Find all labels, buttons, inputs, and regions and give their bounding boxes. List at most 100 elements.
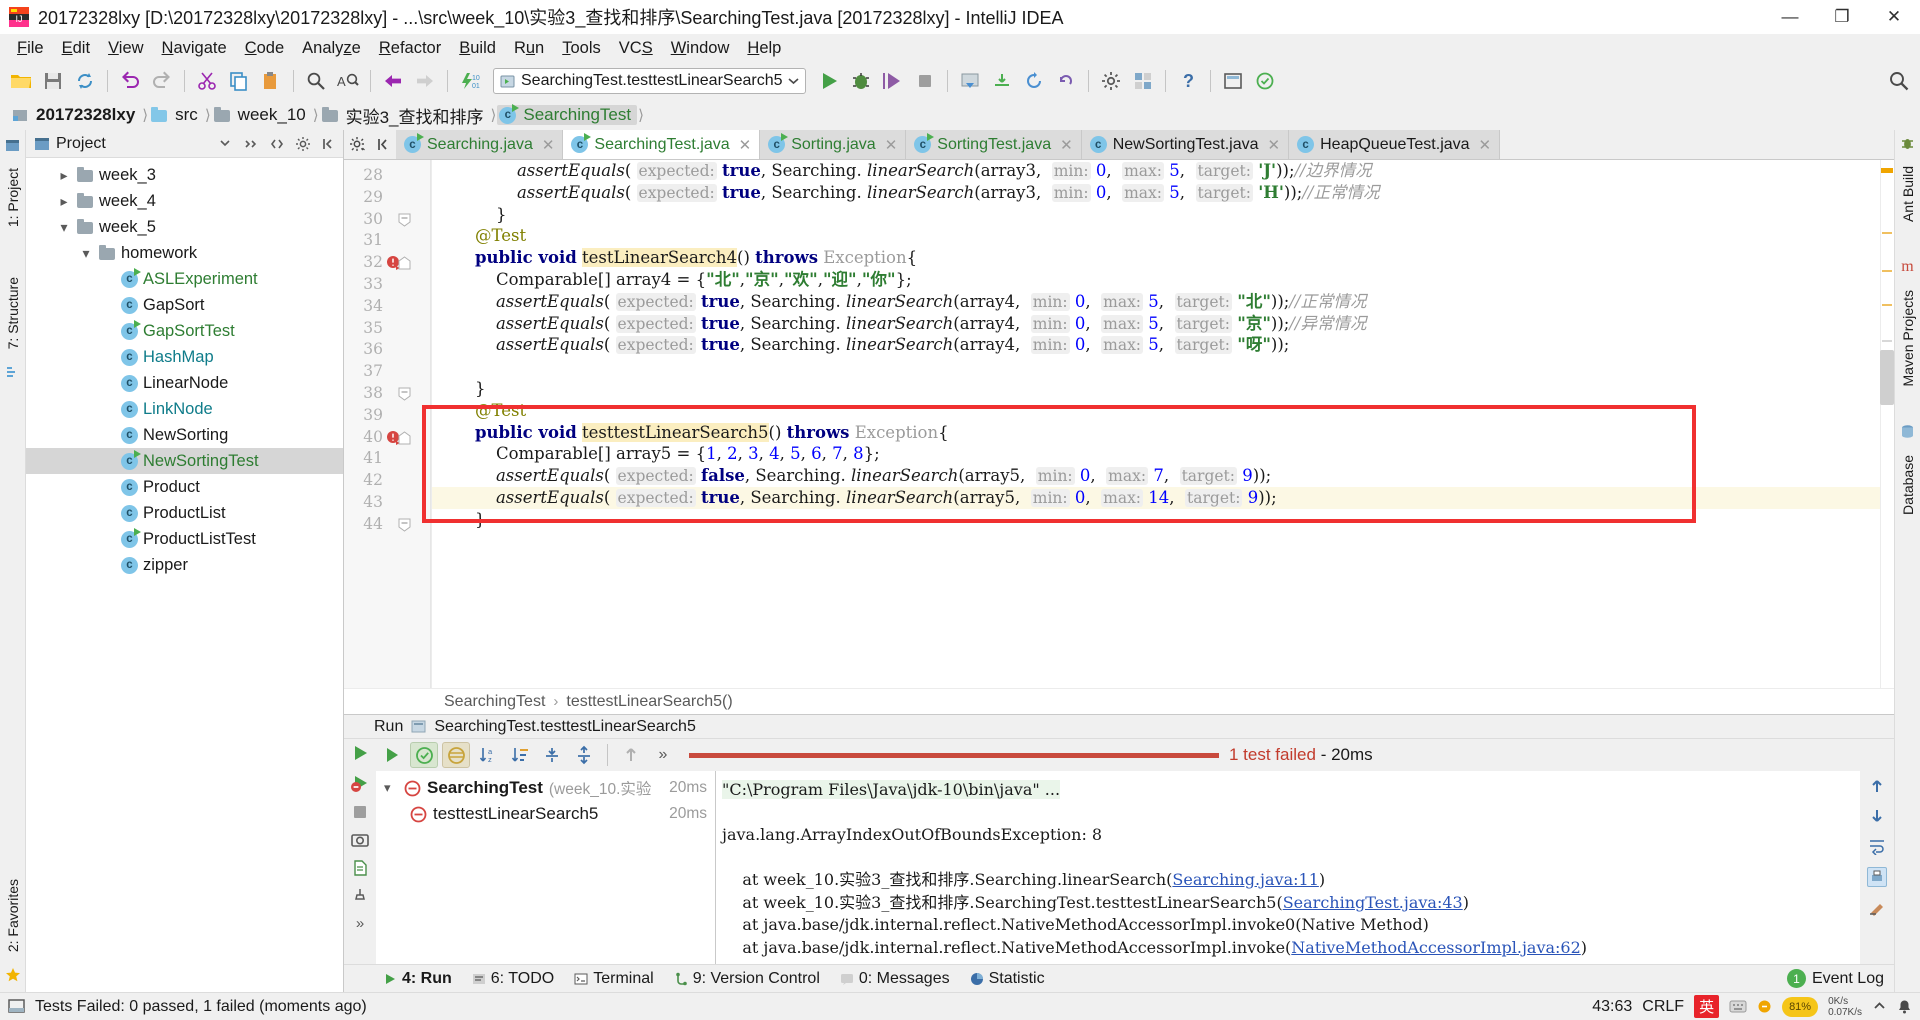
code-fold-icon[interactable] [398, 430, 411, 445]
test-tree-node[interactable]: testtestLinearSearch5 20ms [376, 801, 715, 827]
favorites-star-icon[interactable] [4, 966, 22, 984]
code-line[interactable]: } [432, 378, 1880, 400]
code-line[interactable]: assertEquals( expected: true, Searching.… [432, 291, 1880, 313]
stacktrace-link[interactable]: NativeMethodAccessorImpl.java:62 [1291, 938, 1580, 957]
chevron-right-icon[interactable]: ▸ [56, 193, 72, 209]
chevron-down-icon[interactable]: ▾ [78, 245, 94, 261]
project-tree[interactable]: ▸ week_3 ▸ week_4 ▾ week_5 ▾ homework c ASLExperi… [26, 158, 343, 992]
close-icon[interactable]: ✕ [1479, 136, 1492, 154]
sort-alphabetically-icon[interactable]: az [474, 742, 502, 768]
breadcrumb-item-src[interactable]: src [149, 105, 204, 125]
code-fold-icon[interactable] [398, 256, 411, 270]
maven-icon[interactable]: m [1899, 258, 1917, 276]
menu-item-navigate[interactable]: Navigate [153, 37, 236, 60]
editor-gutter[interactable]: 28 29 30 31 32 33 34 35 36 37 38 39 40 41 42 43 44 [344, 160, 432, 714]
settings-gear-icon[interactable] [293, 134, 313, 154]
redo-icon[interactable] [147, 66, 177, 96]
clear-console-icon[interactable] [1868, 899, 1886, 917]
print-icon[interactable] [1867, 867, 1887, 887]
tree-node[interactable]: ▾ week_5 [26, 214, 343, 240]
tree-node[interactable]: c LinearNode [26, 370, 343, 396]
console-output[interactable]: "C:\Program Files\Java\jdk-10\bin\java" … [716, 771, 1860, 964]
code-line[interactable]: @Test [432, 225, 1880, 247]
editor-tab-sorting-java[interactable]: c Sorting.java ✕ [760, 130, 907, 159]
find-icon[interactable] [301, 66, 331, 96]
code-line[interactable]: assertEquals( expected: true, Searching.… [432, 313, 1880, 335]
tabs-settings-icon[interactable] [344, 130, 370, 159]
rerun-tests-icon[interactable] [378, 742, 406, 768]
open-folder-icon[interactable] [6, 66, 36, 96]
menu-item-help[interactable]: Help [738, 37, 790, 60]
rerun-button[interactable] [350, 743, 370, 763]
code-line[interactable]: assertEquals( expected: true, Searching.… [432, 334, 1880, 356]
show-ignored-toggle[interactable] [442, 742, 470, 768]
code-line[interactable]: @Test [432, 400, 1880, 422]
update-project-icon[interactable] [955, 66, 985, 96]
inspection-icon[interactable] [1250, 66, 1280, 96]
code-line[interactable]: assertEquals( expected: false, Searching… [432, 465, 1880, 487]
breadcrumb-item-week10[interactable]: week_10 [212, 105, 312, 125]
collapse-all-icon[interactable] [267, 134, 287, 154]
tree-node[interactable]: c zipper [26, 552, 343, 578]
code-fold-icon[interactable] [398, 213, 411, 227]
soft-wrap-icon[interactable] [1868, 837, 1886, 855]
tree-node[interactable]: c ASLExperiment [26, 266, 343, 292]
editor-tab-sortingtest-java[interactable]: c SortingTest.java ✕ [906, 130, 1082, 159]
project-structure-icon[interactable] [1128, 66, 1158, 96]
tree-node[interactable]: ▾ homework [26, 240, 343, 266]
more-toolbar-options[interactable]: » [649, 742, 677, 768]
code-line[interactable]: Comparable[] array5 = {1, 2, 3, 4, 5, 6,… [432, 443, 1880, 465]
select-opened-file-icon[interactable] [370, 130, 396, 159]
tree-node[interactable]: c NewSorting [26, 422, 343, 448]
menu-item-window[interactable]: Window [662, 37, 739, 60]
hide-panel-icon[interactable] [319, 134, 339, 154]
chevron-down-icon[interactable]: ▾ [384, 780, 398, 796]
ime-indicator[interactable]: 英 [1694, 995, 1720, 1018]
code-fold-icon[interactable] [398, 518, 411, 532]
tree-node[interactable]: c NewSortingTest [26, 448, 343, 474]
ime-tool-icon[interactable] [1757, 999, 1772, 1014]
bottom-tab-todo[interactable]: 6: TODO [463, 968, 563, 990]
code-line[interactable]: } [432, 509, 1880, 531]
run-configuration-selector[interactable]: SearchingTest.testtestLinearSearch5 [493, 68, 807, 94]
menu-item-build[interactable]: Build [450, 37, 505, 60]
save-all-icon[interactable] [38, 66, 68, 96]
tree-node[interactable]: c ProductList [26, 500, 343, 526]
menu-item-code[interactable]: Code [236, 37, 293, 60]
breadcrumb-item-package[interactable]: 实验3_查找和排序 [320, 103, 490, 128]
collapse-all-icon[interactable] [570, 742, 598, 768]
database-icon[interactable] [1899, 423, 1917, 441]
forward-icon[interactable] [410, 66, 440, 96]
cut-icon[interactable] [192, 66, 222, 96]
tree-node[interactable]: ▸ week_4 [26, 188, 343, 214]
sidebar-tab-project[interactable]: 1: Project [1, 160, 25, 235]
caret-position[interactable]: 43:63 [1592, 998, 1632, 1016]
code-line[interactable]: assertEquals( expected: true, Searching.… [432, 182, 1880, 204]
code-line[interactable]: assertEquals( expected: true, Searching.… [432, 160, 1880, 182]
screenshot-button[interactable] [351, 831, 369, 849]
close-icon[interactable]: ✕ [1268, 136, 1281, 154]
paste-icon[interactable] [256, 66, 286, 96]
stop-process-button[interactable] [351, 803, 369, 821]
menu-item-file[interactable]: File [8, 37, 53, 60]
run-coverage-button[interactable] [878, 66, 908, 96]
project-tab-icon[interactable] [4, 136, 22, 154]
settings-icon[interactable] [1096, 66, 1126, 96]
revert-icon[interactable] [1051, 66, 1081, 96]
scroll-down-icon[interactable] [1868, 807, 1886, 825]
editor-body[interactable]: 28 29 30 31 32 33 34 35 36 37 38 39 40 41 42 43 44 asser… [344, 160, 1894, 714]
menu-item-edit[interactable]: Edit [53, 37, 99, 60]
editor-tab-newsortingtest-java[interactable]: c NewSortingTest.java ✕ [1081, 130, 1290, 159]
editor-tab-heapqueuetest-java[interactable]: c HeapQueueTest.java ✕ [1289, 130, 1501, 159]
battery-indicator[interactable]: 81% [1782, 996, 1819, 1017]
tree-node[interactable]: ▸ week_3 [26, 162, 343, 188]
tree-node[interactable]: c Product [26, 474, 343, 500]
breadcrumb-item-class[interactable]: c SearchingTest [497, 103, 638, 125]
breadcrumb-item-module[interactable]: 20172328lxy [10, 105, 141, 125]
tree-node[interactable]: c HashMap [26, 344, 343, 370]
notification-icon[interactable] [1897, 999, 1912, 1014]
stacktrace-link[interactable]: SearchingTest.java:43 [1283, 893, 1463, 912]
close-button[interactable]: ✕ [1868, 0, 1920, 34]
code-line[interactable]: assertEquals( expected: true, Searching.… [432, 486, 1880, 509]
previous-failed-test-icon[interactable] [617, 742, 645, 768]
